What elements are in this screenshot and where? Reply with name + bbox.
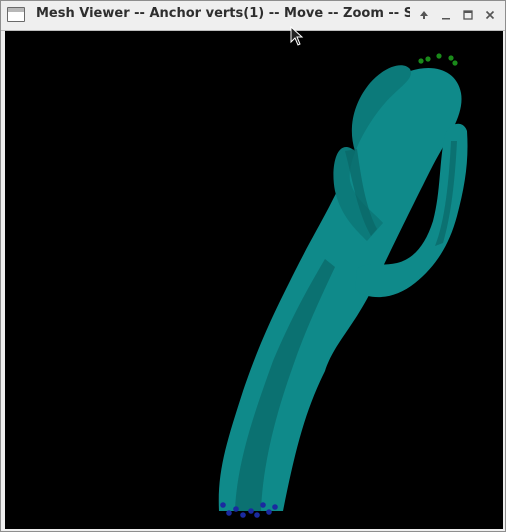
title-bar[interactable]: Mesh Viewer -- Anchor verts(1) -- Move -…: [1, 1, 505, 31]
arrow-up-icon: [420, 11, 428, 19]
close-button[interactable]: [481, 6, 499, 24]
mesh-viewer-window: Mesh Viewer -- Anchor verts(1) -- Move -…: [0, 0, 506, 532]
window-app-icon[interactable]: [7, 7, 25, 22]
maximize-icon: [463, 10, 473, 20]
minimize-button[interactable]: [437, 6, 455, 24]
mesh-viewport[interactable]: [5, 31, 503, 529]
anchor-vertices: [418, 53, 458, 66]
keep-above-button[interactable]: [415, 6, 433, 24]
maximize-button[interactable]: [459, 6, 477, 24]
close-icon: [485, 10, 495, 20]
mouse-cursor-icon: [290, 26, 304, 46]
window-title: Mesh Viewer -- Anchor verts(1) -- Move -…: [36, 6, 410, 21]
cactus-mesh-render: [218, 53, 468, 518]
minimize-icon: [442, 18, 450, 20]
